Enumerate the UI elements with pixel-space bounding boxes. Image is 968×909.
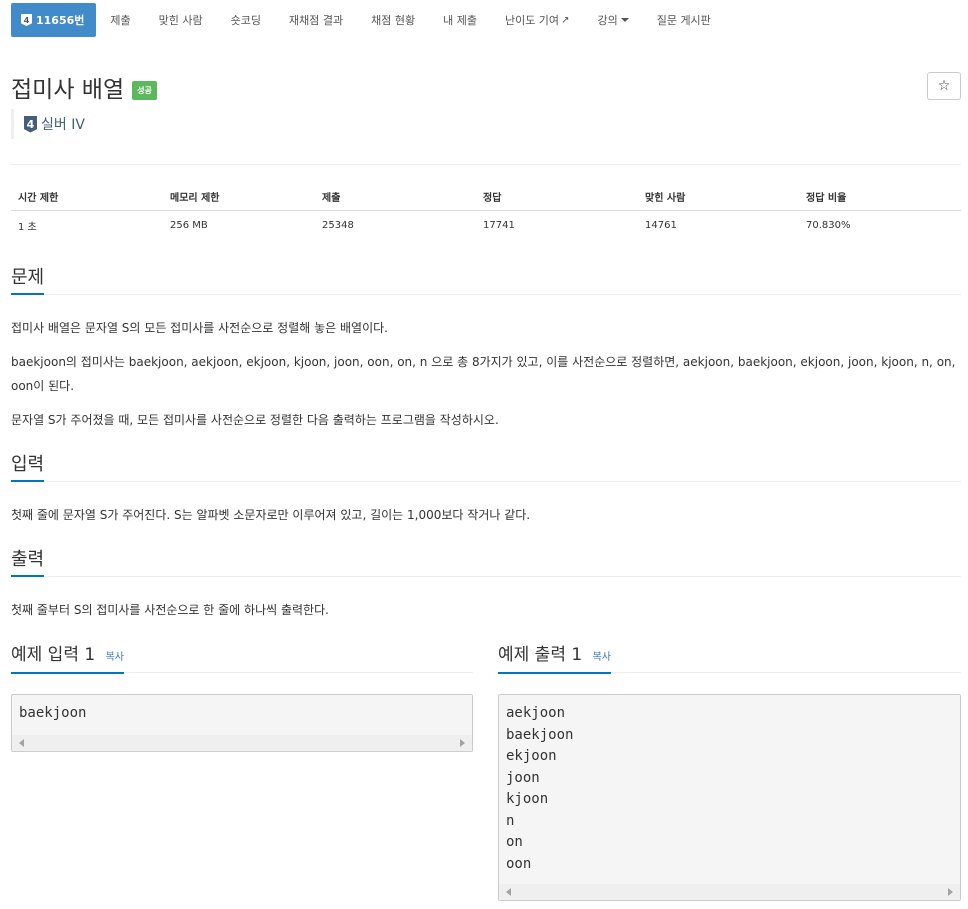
table-header-row: 시간 제한 메모리 제한 제출 정답 맞힌 사람 정답 비율 <box>11 183 961 211</box>
paragraph: 문자열 S가 주어졌을 때, 모든 접미사를 사전순으로 정렬한 다음 출력하는… <box>11 413 499 427</box>
section-body: 첫째 줄에 문자열 S가 주어진다. S는 알파벳 소문자로만 이루어져 있고,… <box>11 482 961 527</box>
tab-label: 질문 게시판 <box>656 14 711 27</box>
tier-icon: 4 <box>21 14 32 26</box>
value-accepted: 17741 <box>483 219 515 231</box>
header-solved-users: 맞힌 사람 <box>638 183 799 211</box>
value-submissions: 25348 <box>322 219 354 231</box>
problem-title-row: 접미사 배열 성공 <box>11 70 157 104</box>
sample-input-section: 예제 입력 1 복사 <box>11 643 473 674</box>
section-heading: 출력 <box>11 550 45 577</box>
tab-lectures[interactable]: 강의 <box>583 3 642 37</box>
problem-title: 접미사 배열 <box>11 77 125 103</box>
header-submissions: 제출 <box>315 183 476 211</box>
divider <box>11 164 961 165</box>
section-description: 문제 접미사 배열은 문자열 S의 모든 접미사를 사전순으로 정렬해 놓은 배… <box>11 268 961 432</box>
tab-difficulty-contribute[interactable]: 난이도 기여 ↗ <box>491 3 584 37</box>
scroll-right-icon[interactable] <box>948 888 953 896</box>
paragraph: baekjoon의 접미사는 baekjoon, aekjoon, ekjoon… <box>11 355 956 393</box>
sample-output-section: 예제 출력 1 복사 <box>498 643 961 674</box>
horizontal-scrollbar[interactable] <box>12 735 472 751</box>
value-time-limit: 1 초 <box>18 221 37 233</box>
result-badge: 성공 <box>132 80 157 100</box>
section-heading: 문제 <box>11 268 45 295</box>
section-output: 출력 첫째 줄부터 S의 접미사를 사전순으로 한 줄에 하나씩 출력한다. <box>11 550 961 622</box>
header-time-limit: 시간 제한 <box>11 183 163 211</box>
section-headline: 예제 출력 1 복사 <box>498 643 961 674</box>
sample-output-box[interactable]: aekjoon baekjoon ekjoon joon kjoon n on … <box>498 694 961 901</box>
favorite-star-button[interactable]: ☆ <box>927 72 961 100</box>
scroll-left-icon[interactable] <box>19 739 24 747</box>
sample-input-text: baekjoon <box>19 705 87 721</box>
caret-down-icon <box>620 18 629 22</box>
tab-question-board[interactable]: 질문 게시판 <box>643 3 725 37</box>
sample-output-text: aekjoon baekjoon ekjoon joon kjoon n on … <box>506 705 574 872</box>
sample-input-box[interactable]: baekjoon <box>11 694 473 752</box>
value-solved-users: 14761 <box>645 219 677 231</box>
tab-short-coding[interactable]: 숏코딩 <box>217 3 275 37</box>
section-body: 접미사 배열은 문자열 S의 모든 접미사를 사전순으로 정렬해 놓은 배열이다… <box>11 295 961 432</box>
tab-label: 내 제출 <box>443 14 477 27</box>
paragraph: 첫째 줄에 문자열 S가 주어진다. S는 알파벳 소문자로만 이루어져 있고,… <box>11 508 531 522</box>
external-link-icon: ↗ <box>561 14 570 26</box>
header-accepted: 정답 <box>476 183 638 211</box>
sample-output-heading: 예제 출력 1 복사 <box>498 643 611 674</box>
section-headline: 출력 <box>11 550 961 577</box>
section-headline: 예제 입력 1 복사 <box>11 643 473 674</box>
tab-label: 난이도 기여 <box>504 14 560 27</box>
sample-input-heading: 예제 입력 1 복사 <box>11 643 124 674</box>
tier-icon: 4 <box>24 115 37 133</box>
scroll-left-icon[interactable] <box>506 888 511 896</box>
sample-output-title: 예제 출력 1 <box>498 645 583 665</box>
tab-my-submissions[interactable]: 내 제출 <box>429 3 491 37</box>
tab-submit[interactable]: 제출 <box>96 3 144 37</box>
tab-label: 채점 현황 <box>371 14 416 27</box>
paragraph: 접미사 배열은 문자열 S의 모든 접미사를 사전순으로 정렬해 놓은 배열이다… <box>11 321 388 335</box>
section-body: 첫째 줄부터 S의 접미사를 사전순으로 한 줄에 하나씩 출력한다. <box>11 577 961 622</box>
table-row: 1 초 256 MB 25348 17741 14761 70.830% <box>11 210 961 240</box>
scroll-right-icon[interactable] <box>460 739 465 747</box>
tab-rejudge[interactable]: 재채점 결과 <box>275 3 357 37</box>
star-icon: ☆ <box>937 78 951 94</box>
copy-output-button[interactable]: 복사 <box>593 652 611 663</box>
header-memory-limit: 메모리 제한 <box>163 183 315 211</box>
value-memory-limit: 256 MB <box>170 219 208 231</box>
tier-info: 4 실버 IV <box>11 109 85 139</box>
tab-problem[interactable]: 4 11656번 <box>11 3 97 37</box>
section-heading: 입력 <box>11 455 45 482</box>
header-accepted-ratio: 정답 비율 <box>799 183 961 211</box>
sample-input-title: 예제 입력 1 <box>11 645 96 665</box>
copy-input-button[interactable]: 복사 <box>106 652 124 663</box>
section-input: 입력 첫째 줄에 문자열 S가 주어진다. S는 알파벳 소문자로만 이루어져 … <box>11 455 961 527</box>
tab-label: 숏코딩 <box>230 14 261 27</box>
tab-label: 재채점 결과 <box>289 14 344 27</box>
tab-label: 맞힌 사람 <box>158 14 203 27</box>
horizontal-scrollbar[interactable] <box>499 884 960 900</box>
section-headline: 문제 <box>11 268 961 295</box>
tab-solved-users[interactable]: 맞힌 사람 <box>145 3 217 37</box>
tab-status[interactable]: 채점 현황 <box>357 3 429 37</box>
tab-label: 11656번 <box>36 14 85 27</box>
tier-label: 실버 IV <box>41 117 85 133</box>
paragraph: 첫째 줄부터 S의 접미사를 사전순으로 한 줄에 하나씩 출력한다. <box>11 603 329 617</box>
problem-info-table: 시간 제한 메모리 제한 제출 정답 맞힌 사람 정답 비율 1 초 256 M… <box>11 183 961 240</box>
section-headline: 입력 <box>11 455 961 482</box>
tab-label: 강의 <box>597 14 618 27</box>
tab-label: 제출 <box>110 14 131 27</box>
value-accepted-ratio: 70.830% <box>806 219 851 231</box>
problem-menu-tabs: 4 11656번 제출 맞힌 사람 숏코딩 재채점 결과 채점 현황 내 제출 … <box>11 3 725 37</box>
